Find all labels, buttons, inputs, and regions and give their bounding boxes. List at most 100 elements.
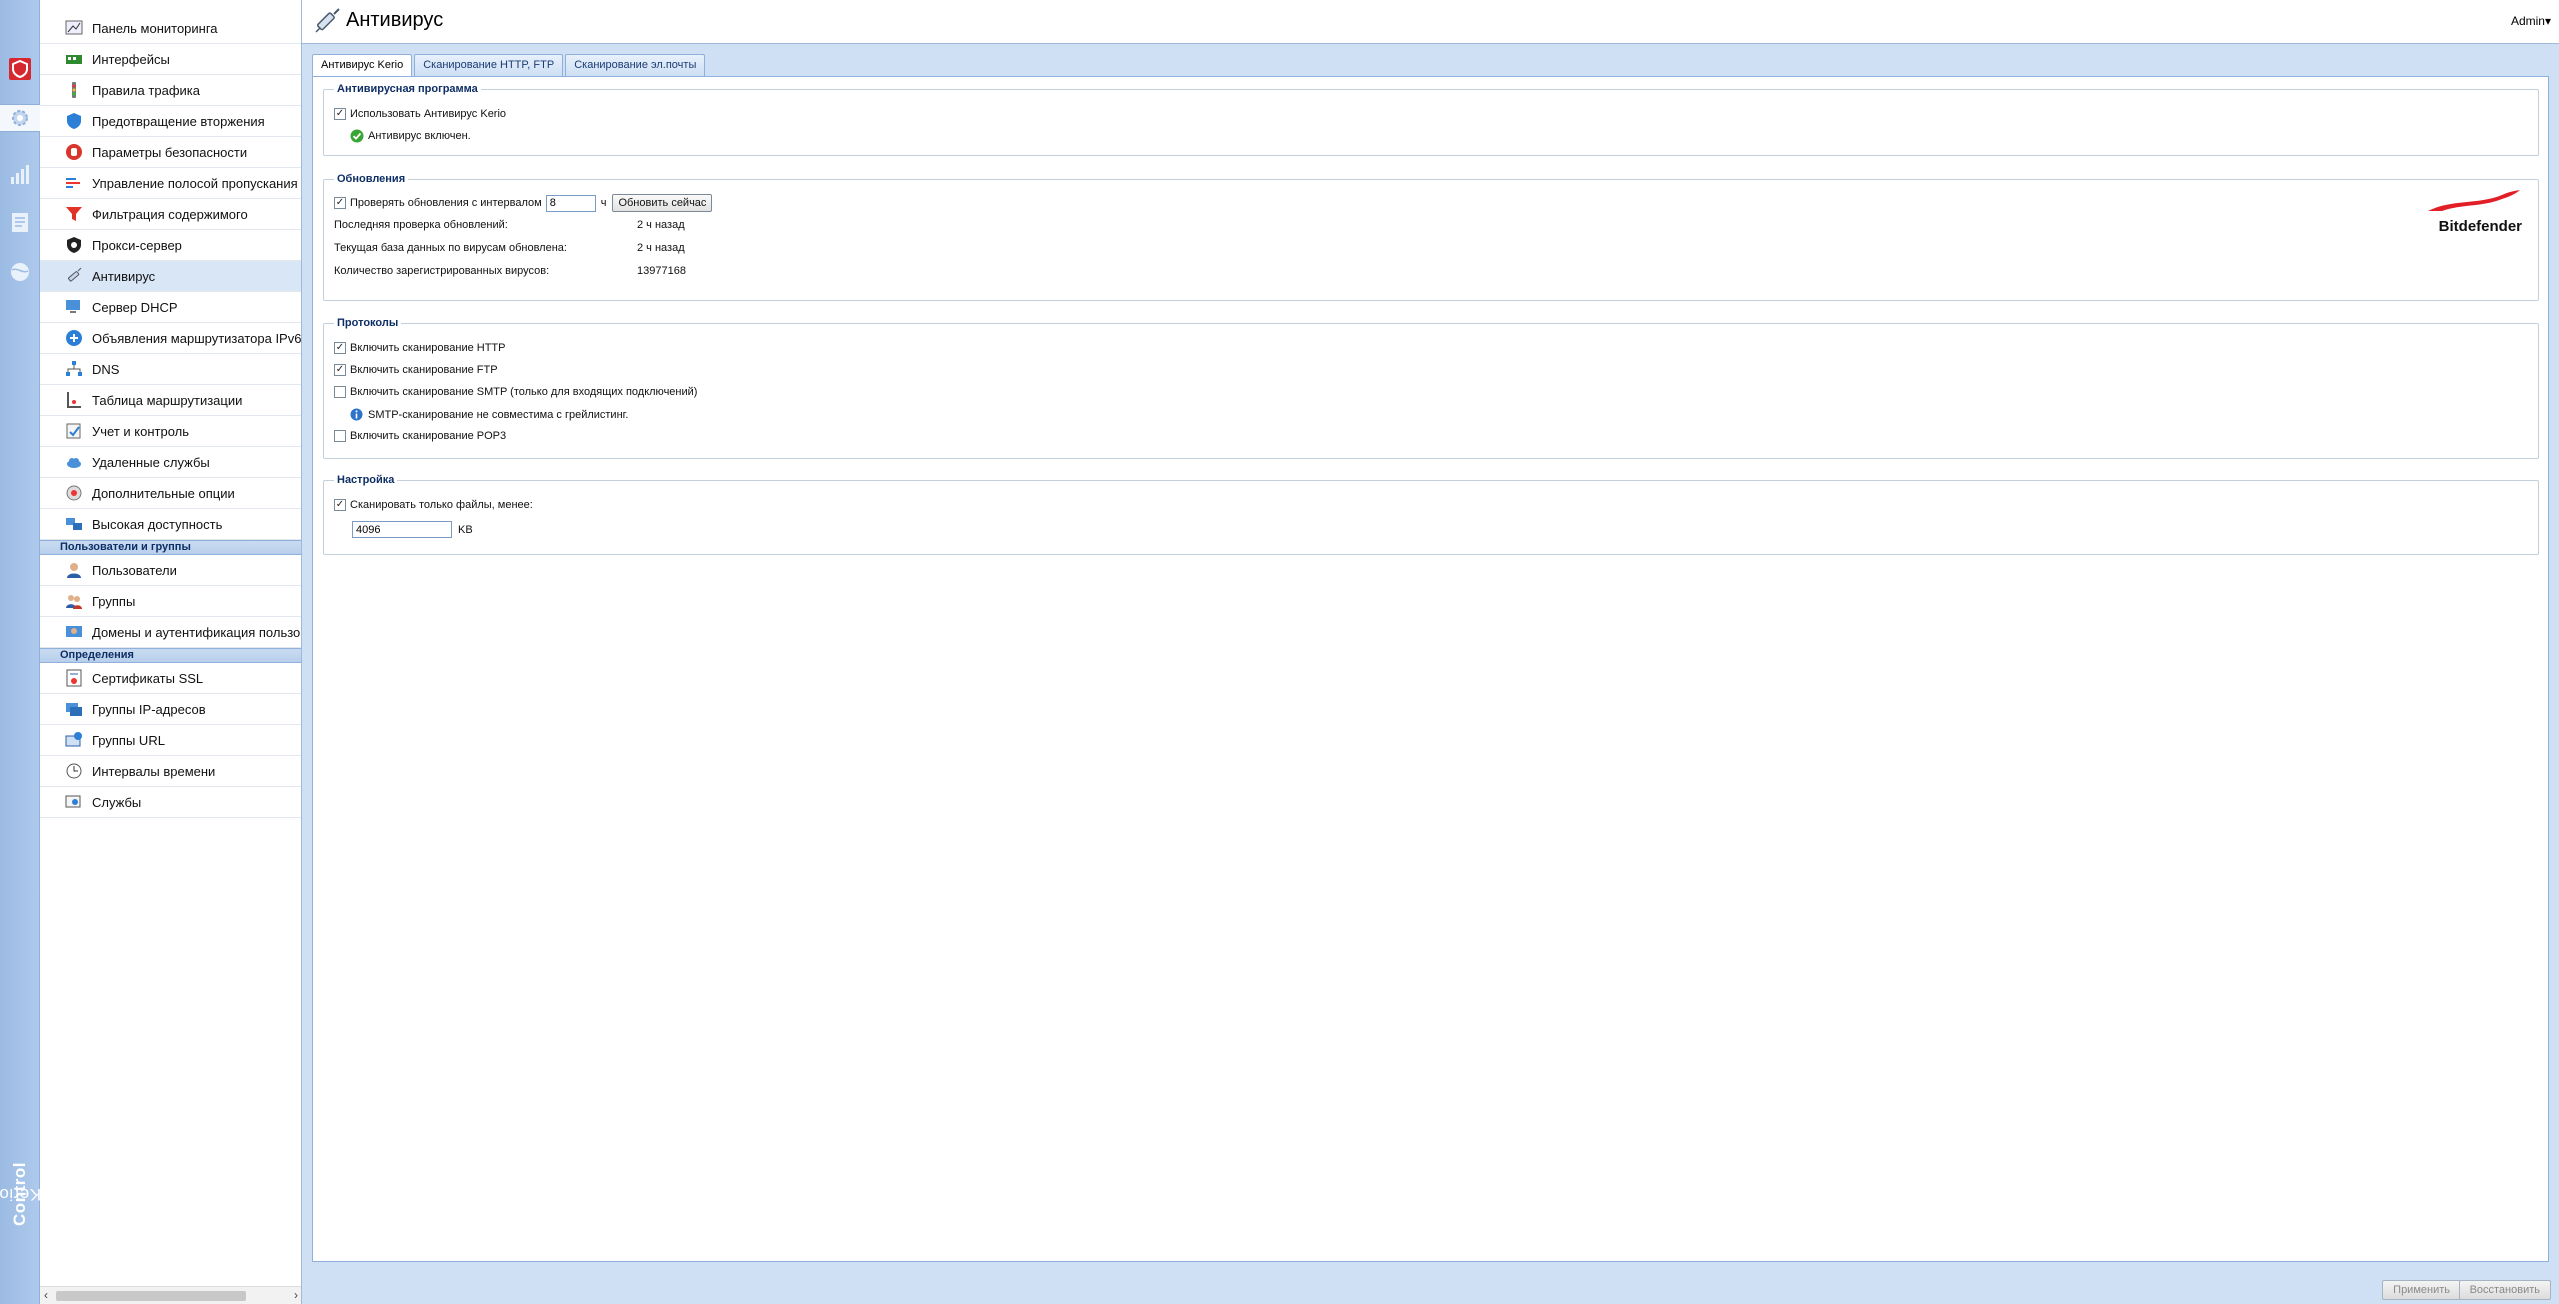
nav-item-antivirus[interactable]: Антивирус: [40, 261, 301, 292]
bitdefender-logo: Bitdefender: [2422, 189, 2522, 235]
ipv6-router-icon: [64, 328, 84, 348]
tab-email-scanning[interactable]: Сканирование эл.почты: [565, 54, 706, 76]
nav-item-url-groups[interactable]: Группы URL: [40, 725, 301, 756]
interval-unit: ч: [600, 197, 607, 209]
nav-item-dhcp-server[interactable]: Сервер DHCP: [40, 292, 301, 323]
bitdefender-dragon-icon: [2428, 190, 2520, 211]
vendor-logo-text: Bitdefender: [2438, 218, 2522, 235]
nav-item-label: Таблица маршрутизации: [92, 392, 243, 408]
antivirus-syringe-icon: [64, 266, 84, 286]
nav-item-label: Фильтрация содержимого: [92, 206, 248, 222]
filter-funnel-icon: [64, 204, 84, 224]
http-scan-row: ✓ Включить сканирование HTTP: [334, 342, 505, 354]
nav-item-dns[interactable]: DNS: [40, 354, 301, 385]
nav-item-bandwidth[interactable]: Управление полосой пропускания и: [40, 168, 301, 199]
advanced-options-icon: [64, 483, 84, 503]
tab-bar: Антивирус Kerio Сканирование HTTP, FTP С…: [312, 54, 707, 77]
certificate-icon: [64, 668, 84, 688]
scan-size-limit-row: ✓ Сканировать только файлы, менее:: [334, 499, 533, 511]
nav-item-ip-groups[interactable]: Группы IP-адресов: [40, 694, 301, 725]
group-legend: Протоколы: [337, 317, 399, 329]
nav-list: Панель мониторинга Интерфейсы Правила тр…: [40, 0, 301, 818]
ip-group-icon: [64, 699, 84, 719]
nav-item-traffic-rules[interactable]: Правила трафика: [40, 75, 301, 106]
ftp-scan-checkbox[interactable]: ✓: [334, 364, 346, 376]
rail-status-button[interactable]: [6, 55, 34, 83]
nav-item-ipv6-router-ads[interactable]: Объявления маршрутизатора IPv6: [40, 323, 301, 354]
nav-item-label: Сервер DHCP: [92, 299, 178, 315]
url-group-icon: [64, 730, 84, 750]
rail-logs-button[interactable]: [6, 208, 34, 236]
group-icon: [64, 591, 84, 611]
scan-size-limit-checkbox[interactable]: ✓: [334, 499, 346, 511]
rail-statistics-button[interactable]: [6, 160, 34, 188]
footer-bar: Применить Восстановить: [302, 1274, 2559, 1304]
nav-section-definitions: Определения: [40, 648, 301, 663]
nav-item-domains-auth[interactable]: Домены и аутентификация пользова: [40, 617, 301, 648]
services-icon: [64, 792, 84, 812]
nav-item-label: Учет и контроль: [92, 423, 189, 439]
rail-status-globe-button[interactable]: [6, 258, 34, 286]
nav-item-accounting[interactable]: Учет и контроль: [40, 416, 301, 447]
accounting-icon: [64, 421, 84, 441]
chevron-down-icon: ▾: [2544, 14, 2551, 28]
size-unit: KB: [458, 523, 473, 536]
cloud-services-icon: [64, 452, 84, 472]
nav-item-label: Интервалы времени: [92, 763, 216, 779]
last-check-value: 2 ч назад: [637, 219, 685, 231]
nav-item-advanced-options[interactable]: Дополнительные опции: [40, 478, 301, 509]
tab-kerio-antivirus[interactable]: Антивирус Kerio: [312, 54, 413, 77]
scrollbar-thumb[interactable]: [56, 1291, 246, 1301]
nav-item-label: Высокая доступность: [92, 516, 223, 532]
update-now-button[interactable]: Обновить сейчас: [612, 194, 713, 212]
globe-icon: [11, 263, 29, 281]
nav-item-high-availability[interactable]: Высокая доступность: [40, 509, 301, 540]
security-hand-icon: [64, 142, 84, 162]
smtp-scan-checkbox[interactable]: [334, 386, 346, 398]
http-scan-checkbox[interactable]: ✓: [334, 342, 346, 354]
virus-count-value: 13977168: [637, 265, 686, 277]
nav-item-routing-table[interactable]: Таблица маршрутизации: [40, 385, 301, 416]
dns-icon: [64, 359, 84, 379]
antivirus-status: Антивирус включен.: [350, 129, 471, 143]
nav-item-interfaces[interactable]: Интерфейсы: [40, 44, 301, 75]
user-menu[interactable]: Admin▾: [2511, 14, 2551, 28]
pop3-scan-checkbox[interactable]: [334, 430, 346, 442]
bar-chart-icon: [11, 165, 29, 184]
nav-item-ssl-certificates[interactable]: Сертификаты SSL: [40, 663, 301, 694]
tab-http-ftp-scanning[interactable]: Сканирование HTTP, FTP: [414, 54, 564, 76]
apply-button[interactable]: Применить: [2382, 1280, 2461, 1300]
scroll-right-icon[interactable]: ›: [294, 1288, 298, 1302]
db-updated-label: Текущая база данных по вирусам обновлена…: [334, 242, 567, 254]
group-legend: Антивирусная программа: [337, 83, 478, 95]
nav-item-dashboard[interactable]: Панель мониторинга: [40, 13, 301, 44]
nav-item-time-intervals[interactable]: Интервалы времени: [40, 756, 301, 787]
nav-item-label: Дополнительные опции: [92, 485, 235, 501]
pop3-scan-row: Включить сканирование POP3: [334, 430, 506, 442]
nav-item-label: DNS: [92, 361, 120, 377]
rail-configuration-button[interactable]: [0, 104, 40, 132]
nav-item-content-filter[interactable]: Фильтрация содержимого: [40, 199, 301, 230]
nav-item-security-settings[interactable]: Параметры безопасности: [40, 137, 301, 168]
restore-button[interactable]: Восстановить: [2458, 1280, 2551, 1300]
nav-horizontal-scrollbar[interactable]: ‹ ›: [40, 1286, 301, 1304]
navigation-tree: Панель мониторинга Интерфейсы Правила тр…: [40, 0, 302, 1304]
nav-item-intrusion-prevention[interactable]: Предотвращение вторжения: [40, 106, 301, 137]
main-area: Антивирус Admin▾ Антивирус Kerio Сканиро…: [302, 0, 2559, 1304]
status-text: Антивирус включен.: [368, 130, 471, 142]
ftp-scan-row: ✓ Включить сканирование FTP: [334, 364, 498, 376]
use-kerio-antivirus-checkbox[interactable]: ✓: [334, 108, 346, 120]
check-updates-checkbox[interactable]: ✓: [334, 197, 346, 209]
scroll-left-icon[interactable]: ‹: [44, 1288, 48, 1302]
nav-item-groups[interactable]: Группы: [40, 586, 301, 617]
nav-item-proxy-server[interactable]: Прокси-сервер: [40, 230, 301, 261]
update-interval-input[interactable]: [545, 194, 596, 212]
high-availability-icon: [64, 514, 84, 534]
nav-item-remote-services[interactable]: Удаленные службы: [40, 447, 301, 478]
nav-item-label: Домены и аутентификация пользова: [92, 624, 301, 640]
nav-item-services[interactable]: Службы: [40, 787, 301, 818]
scan-size-input[interactable]: [352, 521, 452, 538]
page-title: Антивирус: [346, 9, 444, 31]
nav-item-users[interactable]: Пользователи: [40, 555, 301, 586]
nav-item-label: Панель мониторинга: [92, 20, 218, 36]
